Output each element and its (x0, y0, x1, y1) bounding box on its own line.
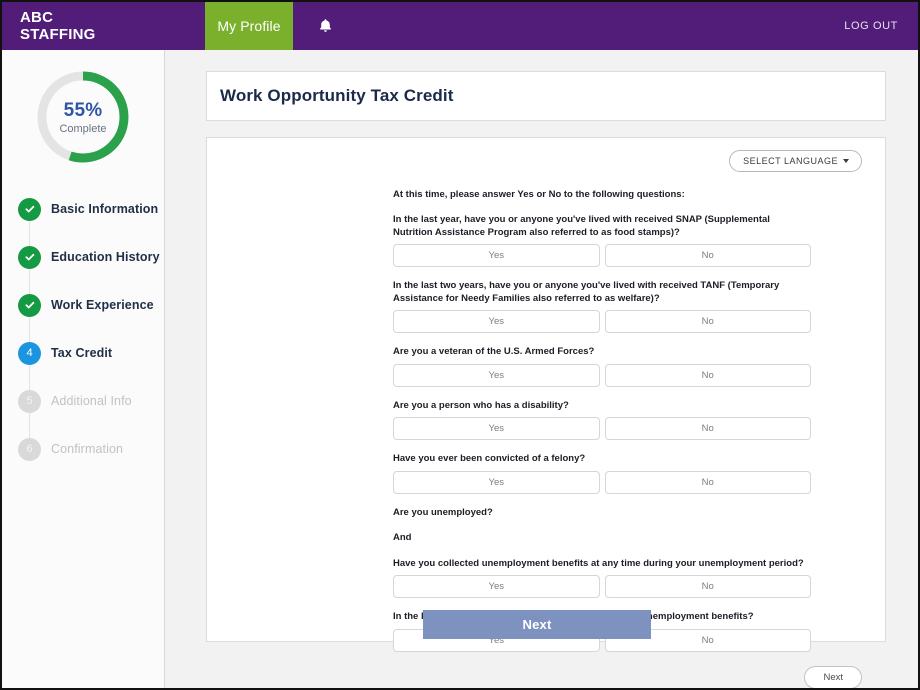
answer-buttons: YesNo (393, 417, 811, 440)
brand-logo: ABC STAFFING (2, 2, 205, 50)
sidebar-step-confirmation: 6 Confirmation (2, 425, 164, 473)
question-block: Have you ever been convicted of a felony… (393, 453, 811, 494)
bell-icon (318, 18, 333, 34)
questions-section: At this time, please answer Yes or No to… (207, 172, 885, 652)
question-text: In the last two years, have you or anyon… (393, 280, 811, 305)
sidebar-step-work-experience[interactable]: Work Experience (2, 281, 164, 329)
check-icon (18, 246, 41, 269)
question-block: Are you unemployed? (393, 507, 811, 520)
answer-no-button[interactable]: No (605, 417, 812, 440)
answer-yes-button[interactable]: Yes (393, 364, 600, 387)
sidebar-step-label: Education History (51, 250, 160, 264)
logout-label: LOG OUT (844, 20, 898, 32)
inline-next-row: Next (207, 652, 885, 689)
question-block: Are you a veteran of the U.S. Armed Forc… (393, 346, 811, 387)
step-number-badge: 6 (18, 438, 41, 461)
sidebar-step-label: Additional Info (51, 394, 132, 408)
page-title: Work Opportunity Tax Credit (220, 86, 453, 106)
question-text: Are you a person who has a disability? (393, 400, 811, 413)
select-language-dropdown[interactable]: SELECT LANGUAGE (729, 150, 862, 172)
footer-next-button[interactable]: Next (423, 610, 651, 639)
tax-credit-form-card: SELECT LANGUAGE At this time, please ans… (206, 137, 886, 642)
answer-yes-button[interactable]: Yes (393, 471, 600, 494)
select-language-label: SELECT LANGUAGE (743, 156, 838, 166)
check-icon (18, 294, 41, 317)
sidebar-step-basic-information[interactable]: Basic Information (2, 185, 164, 233)
answer-no-button[interactable]: No (605, 244, 812, 267)
progress-sidebar: 55% Complete Basic Information Education … (2, 50, 165, 690)
language-row: SELECT LANGUAGE (207, 138, 885, 172)
question-text: Are you a veteran of the U.S. Armed Forc… (393, 346, 811, 359)
answer-buttons: YesNo (393, 244, 811, 267)
main-content: Work Opportunity Tax Credit SELECT LANGU… (165, 50, 918, 690)
sidebar-step-label: Tax Credit (51, 346, 112, 360)
questions-list: In the last year, have you or anyone you… (207, 214, 885, 652)
chevron-down-icon (843, 159, 849, 163)
answer-no-button[interactable]: No (605, 364, 812, 387)
sidebar-step-additional-info: 5 Additional Info (2, 377, 164, 425)
question-block: In the last two years, have you or anyon… (393, 280, 811, 333)
sidebar-step-label: Basic Information (51, 202, 158, 216)
answer-buttons: YesNo (393, 364, 811, 387)
check-icon (18, 198, 41, 221)
nav-spacer (357, 2, 844, 50)
step-number-badge: 4 (18, 342, 41, 365)
question-text: In the last year, have you or anyone you… (393, 214, 811, 239)
notifications-button[interactable] (293, 2, 357, 50)
answer-yes-button[interactable]: Yes (393, 244, 600, 267)
tab-my-profile[interactable]: My Profile (205, 2, 293, 50)
question-text: Are you unemployed? (393, 507, 811, 520)
brand-line-2: STAFFING (20, 26, 205, 43)
tab-my-profile-label: My Profile (217, 18, 280, 34)
answer-yes-button[interactable]: Yes (393, 310, 600, 333)
question-block: In the last year, have you or anyone you… (393, 214, 811, 267)
logout-button[interactable]: LOG OUT (844, 2, 918, 50)
brand-line-1: ABC (20, 9, 205, 26)
answer-yes-button[interactable]: Yes (393, 575, 600, 598)
top-navigation-bar: ABC STAFFING My Profile LOG OUT (2, 2, 918, 50)
answer-buttons: YesNo (393, 310, 811, 333)
answer-yes-button[interactable]: Yes (393, 417, 600, 440)
answer-buttons: YesNo (393, 471, 811, 494)
question-block: Have you collected unemployment benefits… (393, 558, 811, 599)
sidebar-step-label: Confirmation (51, 442, 123, 456)
answer-no-button[interactable]: No (605, 575, 812, 598)
question-text: And (393, 532, 811, 545)
progress-ring-text: 55% Complete (31, 65, 135, 169)
answer-no-button[interactable]: No (605, 310, 812, 333)
questions-intro: At this time, please answer Yes or No to… (393, 188, 811, 201)
question-block: And (393, 532, 811, 545)
sidebar-step-education-history[interactable]: Education History (2, 233, 164, 281)
sidebar-step-label: Work Experience (51, 298, 154, 312)
app-window: ABC STAFFING My Profile LOG OUT (0, 0, 920, 690)
step-number-badge: 5 (18, 390, 41, 413)
question-text: Have you collected unemployment benefits… (393, 558, 811, 571)
progress-percent: 55% (64, 100, 103, 122)
page-title-card: Work Opportunity Tax Credit (206, 71, 886, 121)
progress-ring: 55% Complete (31, 65, 135, 169)
question-text: Have you ever been convicted of a felony… (393, 453, 811, 466)
progress-complete-label: Complete (59, 123, 106, 135)
answer-no-button[interactable]: No (605, 471, 812, 494)
step-list: Basic Information Education History Work E… (2, 181, 164, 473)
question-block: Are you a person who has a disability? Ye… (393, 400, 811, 441)
answer-buttons: YesNo (393, 575, 811, 598)
sidebar-step-tax-credit[interactable]: 4 Tax Credit (2, 329, 164, 377)
inline-next-button[interactable]: Next (804, 666, 862, 689)
